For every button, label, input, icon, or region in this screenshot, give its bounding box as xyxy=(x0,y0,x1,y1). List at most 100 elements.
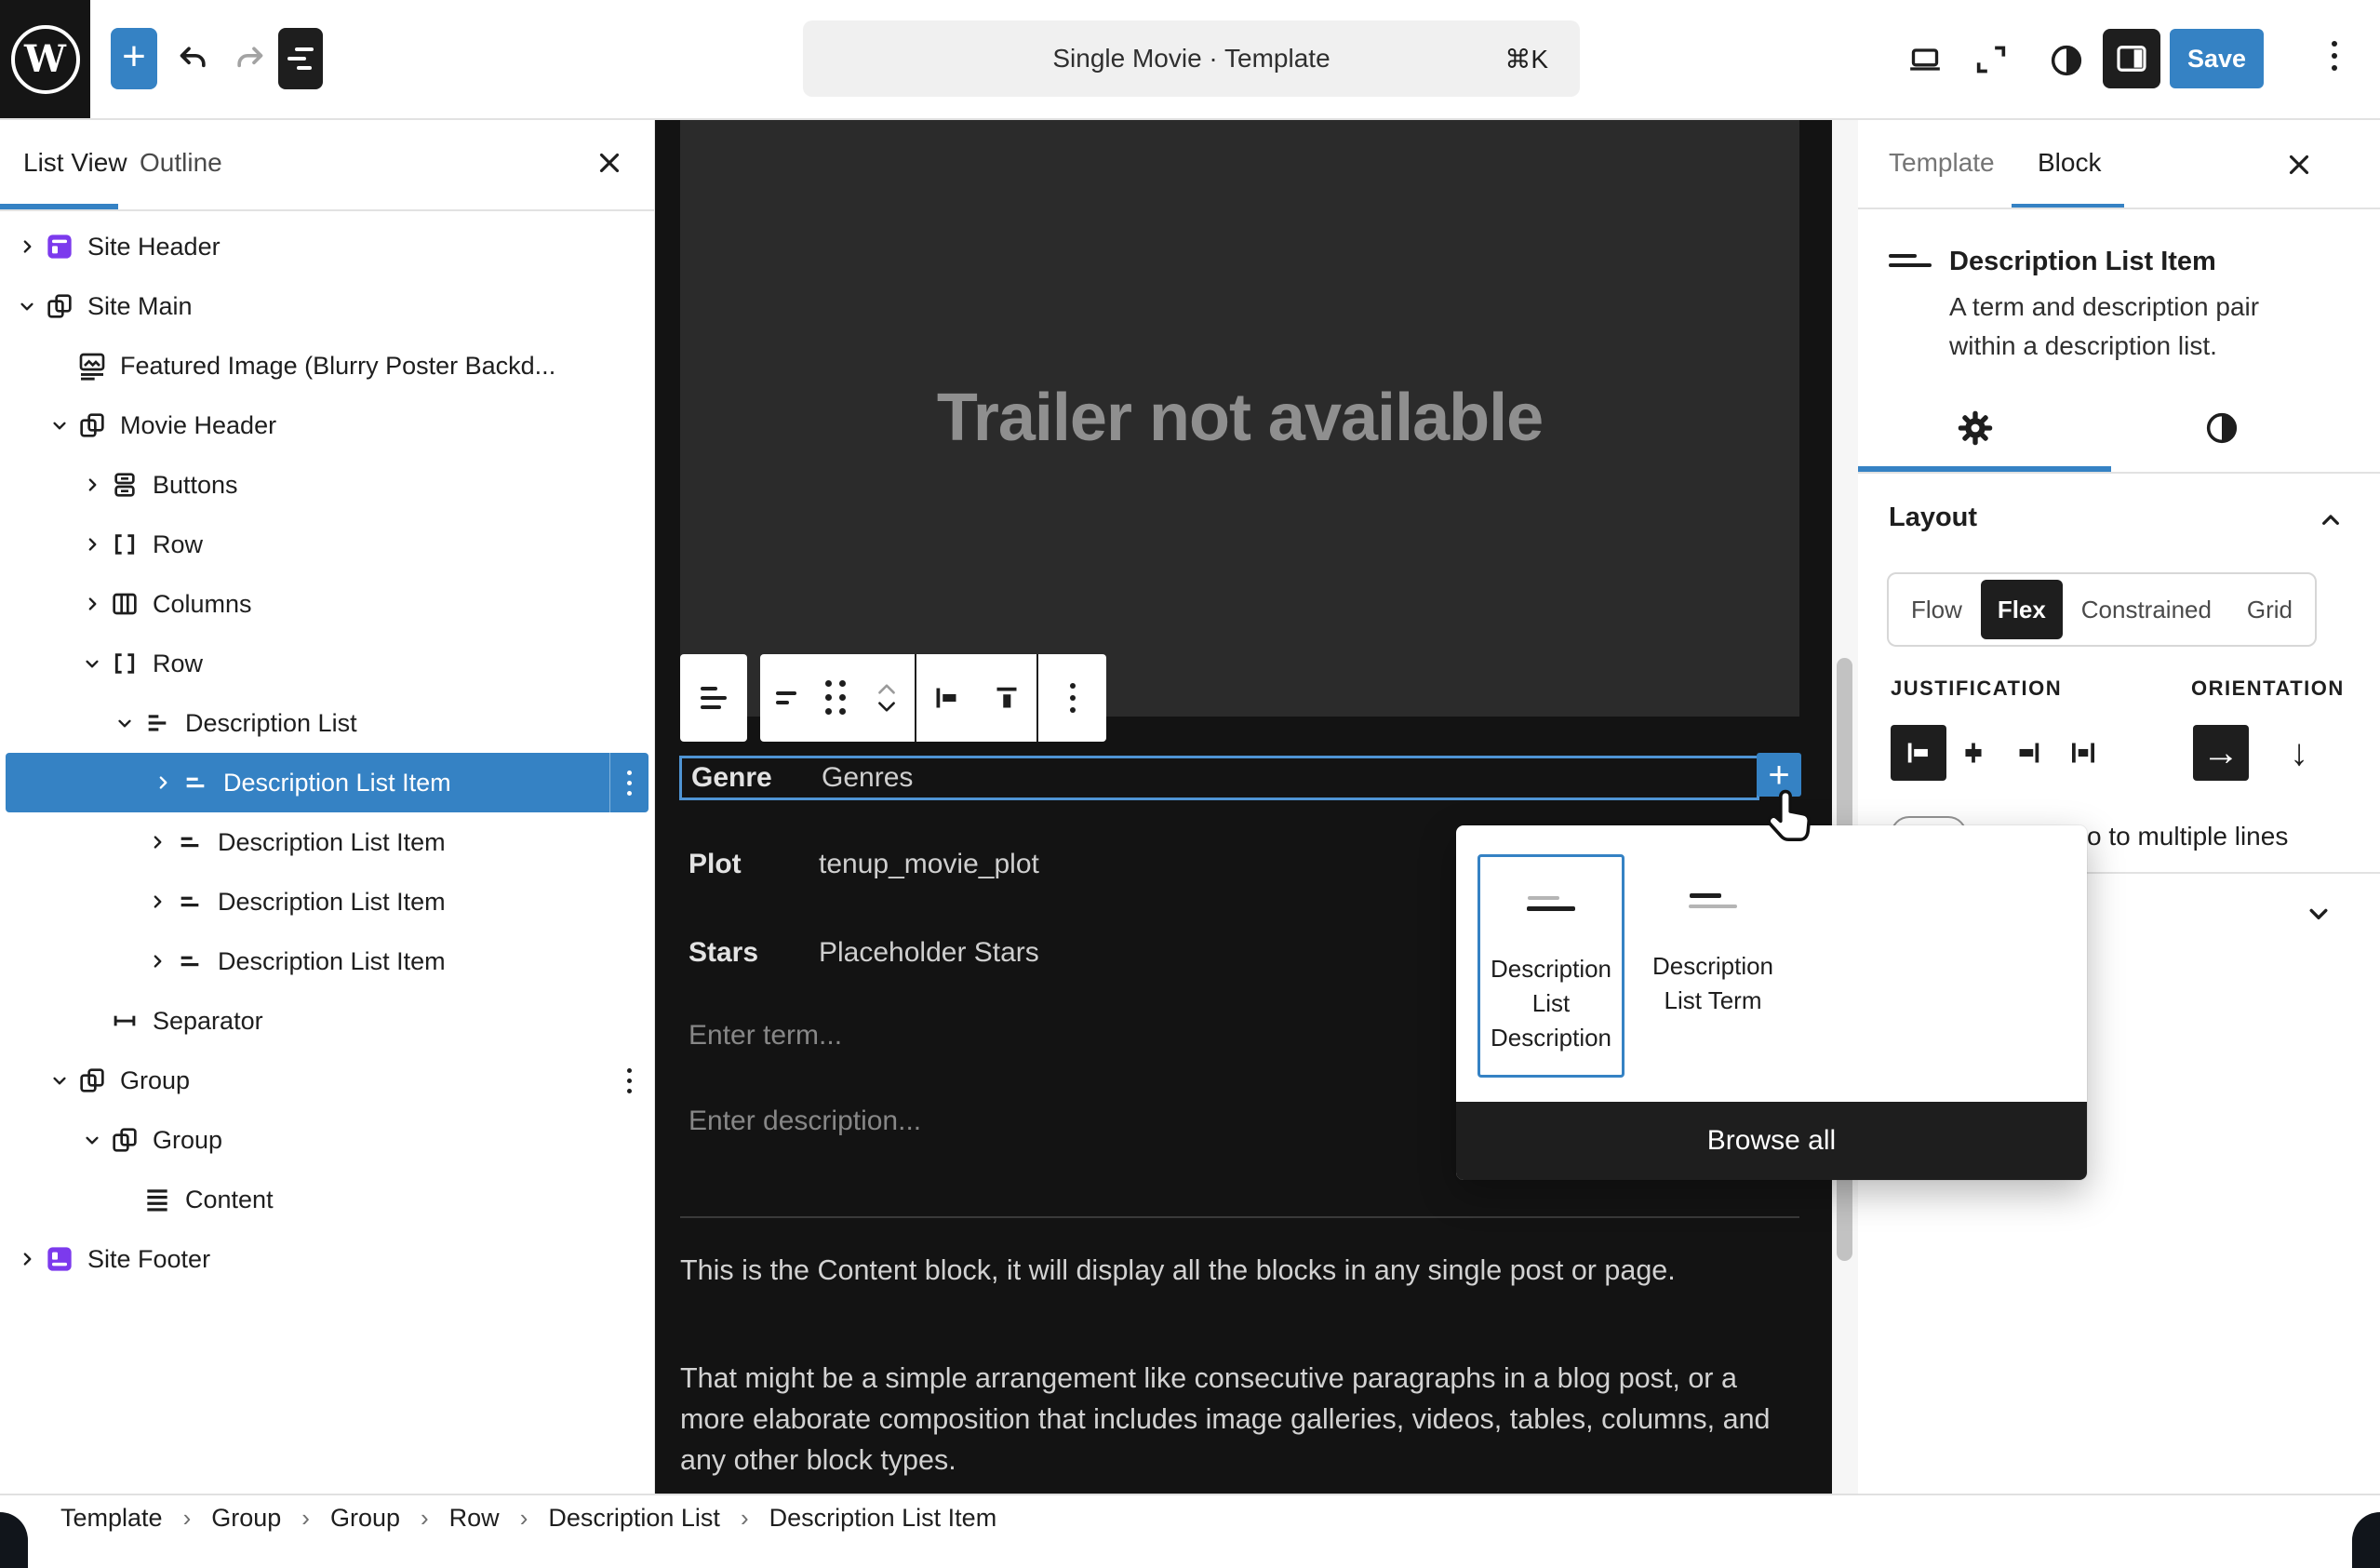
block-inserter-button[interactable]: + xyxy=(111,28,157,89)
chevron-right-icon[interactable] xyxy=(140,949,175,973)
wordpress-logo[interactable]: W xyxy=(0,0,90,118)
chevron-right-icon[interactable] xyxy=(74,592,110,616)
tree-item-site-footer[interactable]: Site Footer xyxy=(0,1229,654,1289)
tree-item-buttons[interactable]: Buttons xyxy=(0,455,654,515)
tree-item-movie-header[interactable]: Movie Header xyxy=(0,395,654,455)
tab-styles[interactable] xyxy=(2202,409,2241,448)
tree-item-description-list-item-selected[interactable]: Description List Item xyxy=(6,753,648,812)
save-button[interactable]: Save xyxy=(2170,29,2264,88)
tree-item-site-header[interactable]: Site Header xyxy=(0,217,654,276)
collapsed-panel-chevron[interactable] xyxy=(2303,898,2334,930)
item-options-button[interactable] xyxy=(605,1051,654,1110)
chevron-down-icon[interactable] xyxy=(42,1068,77,1092)
item-options-button[interactable] xyxy=(609,753,648,812)
chevron-down-icon[interactable] xyxy=(74,1128,110,1152)
redo-button[interactable] xyxy=(231,41,268,78)
content-paragraph[interactable]: That might be a simple arrangement like … xyxy=(680,1358,1804,1481)
term-placeholder[interactable]: Enter term... xyxy=(689,1020,842,1052)
chevron-down-icon[interactable] xyxy=(107,711,142,735)
fullscreen-button[interactable] xyxy=(1972,41,2010,78)
tree-item-description-list[interactable]: Description List xyxy=(0,693,654,753)
tab-list-view[interactable]: List View xyxy=(23,118,127,208)
tree-item-row[interactable]: Row xyxy=(0,515,654,574)
layout-option-flex[interactable]: Flex xyxy=(1981,580,2063,639)
tree-item-description-list-item[interactable]: Description List Item xyxy=(0,872,654,931)
block-type-button[interactable] xyxy=(680,654,747,742)
move-down-icon[interactable] xyxy=(875,699,899,716)
orientation-horizontal-button[interactable]: → xyxy=(2193,725,2249,781)
undo-button[interactable] xyxy=(175,41,212,78)
breadcrumb-item[interactable]: Row xyxy=(449,1504,500,1533)
select-parent-button[interactable] xyxy=(760,654,812,742)
tab-settings[interactable] xyxy=(1954,407,1997,449)
dl-term[interactable]: Stars xyxy=(689,937,819,969)
inserter-option-description-list-term[interactable]: Description List Term xyxy=(1642,854,1784,1072)
tree-item-separator[interactable]: Separator xyxy=(0,991,654,1051)
chevron-right-icon[interactable] xyxy=(74,532,110,556)
chevron-right-icon[interactable] xyxy=(140,890,175,914)
justify-center-button[interactable] xyxy=(1945,725,2001,781)
dl-row-genre-selected[interactable]: Genre Genres xyxy=(679,756,1759,800)
dl-term[interactable]: Genre xyxy=(691,762,822,794)
tree-item-content[interactable]: Content xyxy=(0,1170,654,1229)
toolbar-options-button[interactable] xyxy=(1038,654,1106,742)
dl-description[interactable]: Genres xyxy=(822,762,913,794)
chevron-right-icon[interactable] xyxy=(140,830,175,854)
command-center[interactable]: Single Movie · Template ⌘K xyxy=(803,20,1580,97)
justify-space-between-button[interactable] xyxy=(2055,725,2111,781)
tree-item-site-main[interactable]: Site Main xyxy=(0,276,654,336)
vertical-align-button[interactable] xyxy=(976,654,1036,742)
breadcrumb-item[interactable]: Template xyxy=(60,1504,163,1533)
justify-left-button[interactable] xyxy=(1891,725,1946,781)
tree-item-featured-image[interactable]: Featured Image (Blurry Poster Backd... xyxy=(0,336,654,395)
layout-option-flow[interactable]: Flow xyxy=(1894,580,1979,639)
separator-block[interactable] xyxy=(680,1216,1799,1218)
chevron-right-icon[interactable] xyxy=(74,473,110,497)
move-up-icon[interactable] xyxy=(875,680,899,697)
close-list-view-button[interactable] xyxy=(589,142,630,183)
dl-term[interactable]: Plot xyxy=(689,849,819,880)
layout-option-grid[interactable]: Grid xyxy=(2230,580,2309,639)
canvas-scrollbar[interactable] xyxy=(1832,118,1859,1494)
dl-description[interactable]: Placeholder Stars xyxy=(819,937,1039,969)
chevron-right-icon[interactable] xyxy=(9,1247,45,1271)
justification-button[interactable] xyxy=(916,654,976,742)
close-sidebar-button[interactable] xyxy=(2279,144,2320,185)
style-book-button[interactable] xyxy=(2047,41,2086,80)
chevron-down-icon[interactable] xyxy=(74,651,110,676)
settings-sidebar-toggle[interactable] xyxy=(2103,29,2160,88)
drag-handle[interactable] xyxy=(812,654,859,742)
breadcrumb-item[interactable]: Group xyxy=(330,1504,400,1533)
more-options-button[interactable] xyxy=(2332,41,2337,71)
collapse-panel-button[interactable] xyxy=(2316,505,2346,535)
chevron-down-icon[interactable] xyxy=(42,413,77,437)
layout-option-constrained[interactable]: Constrained xyxy=(2065,580,2228,639)
layout-panel-title[interactable]: Layout xyxy=(1889,503,1977,533)
content-paragraph[interactable]: This is the Content block, it will displ… xyxy=(680,1250,1804,1291)
tree-item-description-list-item[interactable]: Description List Item xyxy=(0,931,654,991)
chevron-down-icon[interactable] xyxy=(9,294,45,318)
tree-item-description-list-item[interactable]: Description List Item xyxy=(0,812,654,872)
description-placeholder[interactable]: Enter description... xyxy=(689,1106,921,1137)
tree-item-row[interactable]: Row xyxy=(0,634,654,693)
chevron-right-icon[interactable] xyxy=(145,771,181,795)
dl-description[interactable]: tenup_movie_plot xyxy=(819,849,1039,880)
chevron-right-icon[interactable] xyxy=(9,235,45,259)
browse-all-button[interactable]: Browse all xyxy=(1456,1102,2087,1180)
breadcrumb-item[interactable]: Group xyxy=(211,1504,281,1533)
breadcrumb-item[interactable]: Description List Item xyxy=(769,1504,997,1533)
tab-block[interactable]: Block xyxy=(2038,118,2101,208)
justify-right-button[interactable] xyxy=(2000,725,2056,781)
tree-item-group[interactable]: Group xyxy=(0,1110,654,1170)
tree-item-columns[interactable]: Columns xyxy=(0,574,654,634)
breadcrumb-item[interactable]: Description List xyxy=(548,1504,720,1533)
tab-template[interactable]: Template xyxy=(1889,118,1995,208)
tree-item-group[interactable]: Group xyxy=(0,1051,654,1110)
tab-outline[interactable]: Outline xyxy=(140,118,222,208)
description-list-item-icon xyxy=(175,827,218,857)
orientation-vertical-button[interactable]: ↓ xyxy=(2271,725,2327,781)
document-overview-toggle[interactable] xyxy=(278,28,323,89)
preview-device-button[interactable] xyxy=(1905,41,1945,78)
editor-canvas: Trailer not available Genre xyxy=(654,118,1832,1494)
inserter-option-description-list-description[interactable]: Description List Description xyxy=(1477,854,1625,1078)
